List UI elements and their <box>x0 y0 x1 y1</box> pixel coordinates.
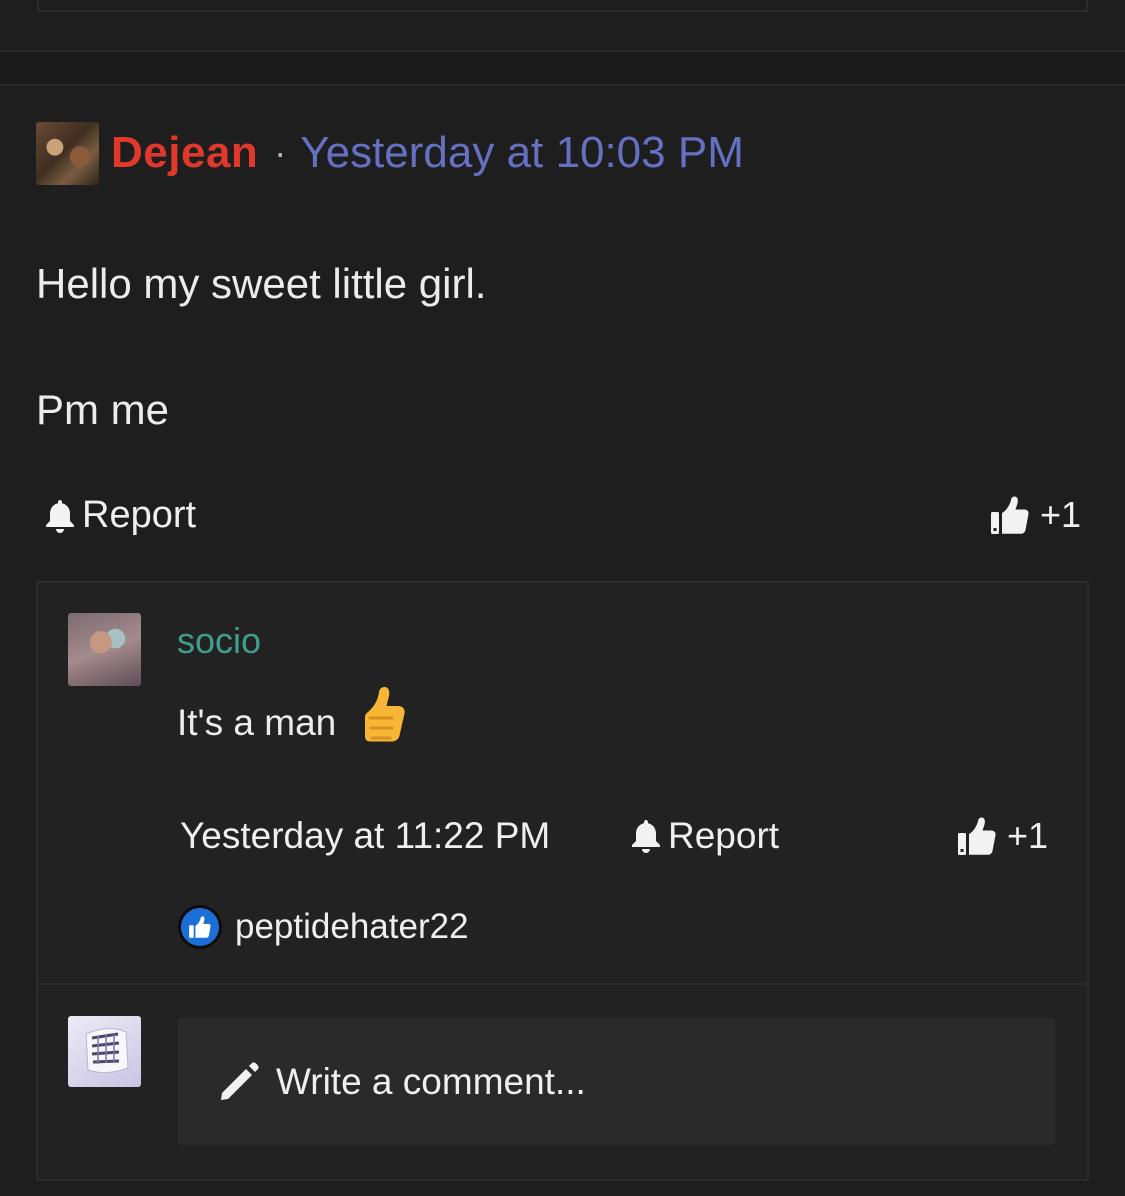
post-line: Hello my sweet little girl. <box>36 260 487 307</box>
bell-icon <box>46 499 74 533</box>
pencil-icon <box>221 1061 259 1100</box>
post-timestamp[interactable]: Yesterday at 10:03 PM <box>300 128 744 178</box>
comment-like-button[interactable]: +1 <box>957 815 1048 857</box>
thumbs-up-emoji-icon <box>352 686 408 759</box>
comment-text: It's a man <box>177 686 408 759</box>
post-like-button[interactable]: +1 <box>990 494 1081 536</box>
like-count: +1 <box>1007 815 1049 856</box>
like-badge-icon <box>178 905 222 949</box>
commenter-avatar[interactable] <box>68 613 141 686</box>
comment-report-button[interactable]: Report <box>630 815 779 857</box>
current-user-avatar <box>68 1016 141 1087</box>
thumbs-up-icon <box>958 817 996 855</box>
post-separator <box>0 50 1125 86</box>
post-author-name[interactable]: Dejean <box>111 128 258 178</box>
author-avatar[interactable] <box>36 121 99 185</box>
comment-placeholder: Write a comment... <box>276 1060 586 1102</box>
post-report-button[interactable]: Report <box>44 494 196 537</box>
comment-author-name[interactable]: socio <box>177 620 261 662</box>
comment-input[interactable]: Write a comment... <box>178 1018 1055 1145</box>
thumbs-up-icon <box>991 496 1029 534</box>
report-label: Report <box>82 494 197 536</box>
previous-post-box <box>37 0 1088 12</box>
like-count: +1 <box>1040 494 1082 535</box>
liked-by-row[interactable]: peptidehater22 <box>178 905 469 949</box>
post-body: Hello my sweet little girl. Pm me <box>36 258 486 436</box>
header-separator: · <box>274 132 287 173</box>
post-line: Pm me <box>36 386 170 433</box>
bell-icon <box>632 820 660 853</box>
comment-text-content: It's a man <box>177 701 337 743</box>
comment-timestamp[interactable]: Yesterday at 11:22 PM <box>180 815 550 857</box>
composer-divider <box>38 983 1087 985</box>
liker-username: peptidehater22 <box>235 907 469 946</box>
report-label: Report <box>668 815 780 856</box>
post-header: Dejean · Yesterday at 10:03 PM <box>36 121 744 185</box>
